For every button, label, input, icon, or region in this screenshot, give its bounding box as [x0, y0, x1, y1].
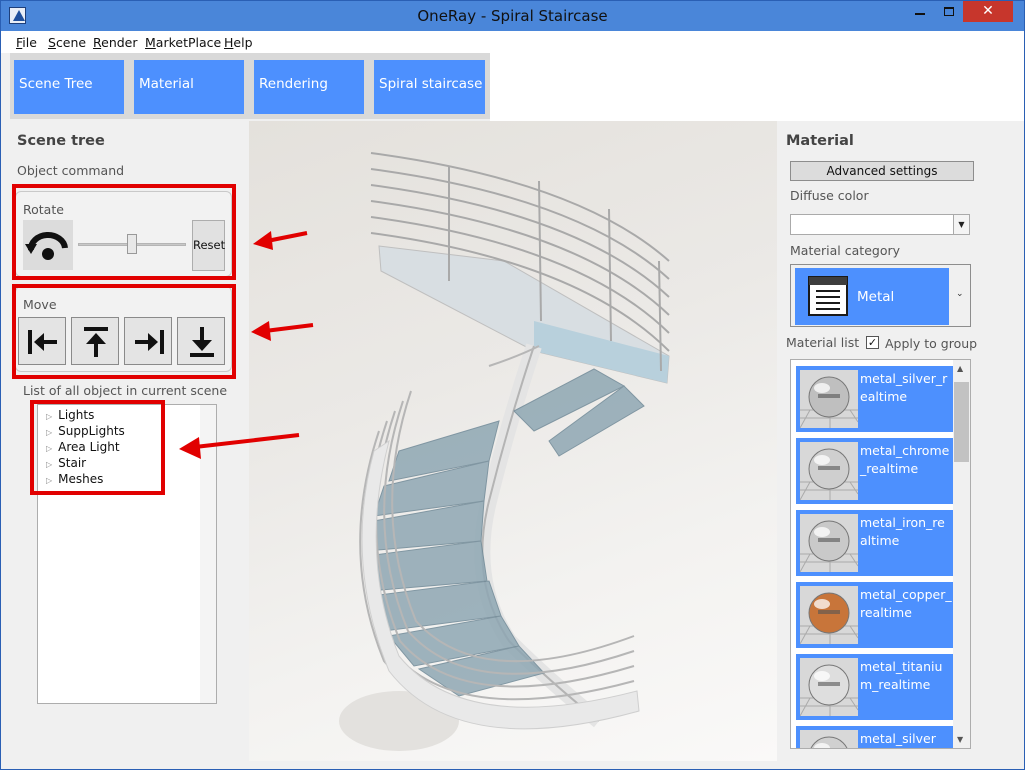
material-category-select[interactable]: Metal ⌄	[790, 264, 971, 327]
material-sphere-thumbnail	[800, 442, 858, 500]
material-category-label: Material category	[790, 243, 900, 258]
title-bar[interactable]: OneRay - Spiral Staircase ✕	[1, 1, 1024, 31]
material-item[interactable]: metal_iron_realtime	[796, 510, 953, 576]
minimize-button[interactable]	[906, 1, 934, 22]
close-icon: ✕	[982, 3, 994, 19]
annotation-arrow-3	[179, 433, 300, 459]
chevron-down-icon[interactable]: ▼	[953, 215, 969, 234]
minimize-icon	[915, 13, 925, 15]
menu-bar: File Scene Render MarketPlace Help	[1, 31, 1024, 53]
highlight-move	[12, 284, 236, 379]
material-list-scroll-thumb[interactable]	[954, 382, 969, 462]
material-item-label: metal_iron_realtime	[860, 515, 945, 548]
material-list[interactable]: ▲ ▼ metal_silver_realtime metal_chrome_re…	[790, 359, 971, 749]
scene-tree-title: Scene tree	[17, 133, 105, 149]
material-sphere-thumbnail	[800, 730, 858, 748]
chevron-down-icon[interactable]: ⌄	[956, 289, 964, 299]
object-list-label: List of all object in current scene	[23, 383, 228, 398]
tab-area-blank	[490, 53, 1024, 121]
render-viewport[interactable]	[249, 121, 777, 761]
apply-to-group-checkbox[interactable]: ✓	[866, 336, 879, 349]
material-item[interactable]: metal_silver	[796, 726, 953, 748]
tab-rendering[interactable]: Rendering	[254, 60, 364, 114]
material-category-selected[interactable]: Metal	[795, 268, 949, 325]
advanced-settings-button[interactable]: Advanced settings	[790, 161, 974, 181]
material-item-label: metal_chrome_realtime	[860, 443, 950, 476]
spiral-staircase-render	[339, 152, 670, 751]
annotation-arrow-1	[253, 231, 308, 250]
material-item-label: metal_silver	[860, 731, 936, 746]
material-sphere-thumbnail	[800, 370, 858, 428]
annotation-arrow-2	[251, 321, 314, 341]
apply-to-group-label: Apply to group	[885, 336, 978, 351]
material-item[interactable]: metal_titanium_realtime	[796, 654, 953, 720]
diffuse-color-select[interactable]: ▼	[790, 214, 970, 235]
menu-file[interactable]: File	[16, 35, 37, 50]
app-window: OneRay - Spiral Staircase ✕ File Scene R…	[0, 0, 1025, 770]
close-button[interactable]: ✕	[963, 1, 1013, 22]
material-item-label: metal_silver_realtime	[860, 371, 948, 404]
material-list-label: Material list	[786, 335, 860, 350]
menu-scene[interactable]: Scene	[48, 35, 86, 50]
menu-render[interactable]: Render	[93, 35, 138, 50]
material-item-label: metal_titanium_realtime	[860, 659, 943, 692]
highlight-tree	[30, 400, 165, 495]
material-item-label: metal_copper_realtime	[860, 587, 952, 620]
tab-spiral-staircase[interactable]: Spiral staircase	[374, 60, 485, 114]
object-command-label: Object command	[17, 163, 125, 178]
diffuse-color-label: Diffuse color	[790, 188, 869, 203]
material-item[interactable]: metal_copper_realtime	[796, 582, 953, 648]
tab-material[interactable]: Material	[134, 60, 244, 114]
material-sphere-thumbnail	[800, 658, 858, 716]
material-list-scrollbar[interactable]: ▲ ▼	[953, 360, 970, 748]
scroll-down-icon[interactable]: ▼	[957, 735, 963, 744]
file-cabinet-icon	[808, 276, 848, 316]
maximize-button[interactable]	[935, 1, 963, 22]
maximize-icon	[944, 6, 954, 16]
highlight-rotate	[12, 184, 236, 280]
material-sphere-thumbnail	[800, 586, 858, 644]
menu-marketplace[interactable]: MarketPlace	[145, 35, 221, 50]
checkmark-icon: ✓	[867, 336, 878, 349]
tab-scene-tree[interactable]: Scene Tree	[14, 60, 124, 114]
window-title: OneRay - Spiral Staircase	[417, 7, 608, 25]
material-title: Material	[786, 133, 854, 149]
tab-strip: Scene Tree Material Rendering Spiral sta…	[10, 53, 490, 119]
material-item[interactable]: metal_silver_realtime	[796, 366, 953, 432]
material-category-value: Metal	[857, 289, 895, 305]
scroll-up-icon[interactable]: ▲	[957, 364, 963, 373]
menu-help[interactable]: Help	[224, 35, 253, 50]
material-sphere-thumbnail	[800, 514, 858, 572]
material-item[interactable]: metal_chrome_realtime	[796, 438, 953, 504]
